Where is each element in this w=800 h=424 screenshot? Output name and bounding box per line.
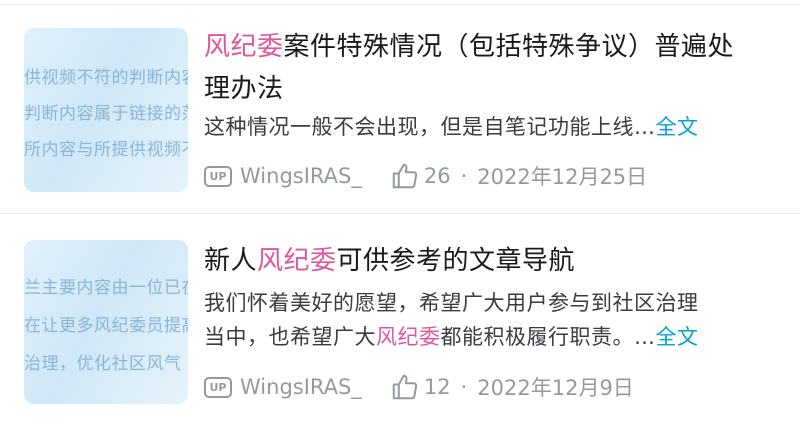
like-count: 26 [423, 164, 451, 188]
meta-separator: · [460, 164, 468, 188]
keyword-highlight: 风纪委 [204, 32, 284, 62]
excerpt-text: 当中，也希望广大 [204, 325, 376, 349]
like-count: 12 [423, 375, 451, 399]
title-text: 理办法 [204, 74, 284, 104]
excerpt-text: 都能积极履行职责。… [440, 325, 656, 349]
article-excerpt: 我们怀着美好的愿望，希望广大用户参与到社区治理 当中，也希望广大风纪委都能积极履… [204, 286, 774, 354]
read-more-link[interactable]: 全文 [656, 325, 699, 349]
excerpt-text: 我们怀着美好的愿望，希望广大用户参与到社区治理 [204, 291, 699, 315]
title-text: 新人 [204, 246, 258, 276]
thumbnail-text: 治理，优化社区风气 [24, 354, 182, 374]
publish-date: 2022年12月25日 [477, 165, 648, 189]
up-badge-icon: UP [204, 165, 232, 187]
thumbnail-text: 供视频不符的判断内容 [24, 68, 188, 88]
article-title[interactable]: 风纪委案件特殊情况（包括特殊争议）普遍处 理办法 [204, 26, 774, 110]
publish-date: 2022年12月9日 [477, 376, 634, 400]
thumbnail-text: 兰主要内容由一位已在 [24, 278, 188, 298]
article-card[interactable]: 兰主要内容由一位已在 在让更多风纪委员提高 治理，优化社区风气 新人风纪委可供参… [0, 214, 800, 424]
article-thumbnail[interactable]: 供视频不符的判断内容 判断内容属于链接的范 所内容与所提供视频不 [24, 28, 188, 192]
title-text: 可供参考的文章导航 [336, 246, 576, 276]
article-card[interactable]: 供视频不符的判断内容 判断内容属于链接的范 所内容与所提供视频不 风纪委案件特殊… [0, 0, 800, 212]
thumbs-up-icon[interactable] [390, 161, 420, 191]
thumbs-up-icon[interactable] [390, 372, 420, 402]
up-badge-icon: UP [204, 376, 232, 398]
keyword-highlight: 风纪委 [376, 325, 441, 349]
article-excerpt: 这种情况一般不会出现，但是自笔记功能上线…全文 [204, 110, 774, 144]
article-meta: UP WingsIRAS_ 26 · 2022年12月25日 [204, 161, 647, 191]
thumbnail-text: 判断内容属于链接的范 [24, 104, 188, 124]
title-text: 案件特殊情况（包括特殊争议）普遍处 [283, 32, 735, 62]
meta-separator: · [460, 375, 468, 399]
keyword-highlight: 风纪委 [257, 246, 337, 276]
excerpt-text: 这种情况一般不会出现，但是自笔记功能上线… [204, 115, 656, 139]
article-meta: UP WingsIRAS_ 12 · 2022年12月9日 [204, 372, 634, 402]
author-name[interactable]: WingsIRAS_ [240, 375, 362, 399]
thumbnail-text: 在让更多风纪委员提高 [24, 316, 188, 336]
article-thumbnail[interactable]: 兰主要内容由一位已在 在让更多风纪委员提高 治理，优化社区风气 [24, 240, 188, 404]
author-name[interactable]: WingsIRAS_ [240, 164, 362, 188]
article-title[interactable]: 新人风纪委可供参考的文章导航 [204, 240, 774, 282]
read-more-link[interactable]: 全文 [656, 115, 699, 139]
thumbnail-text: 所内容与所提供视频不 [24, 140, 188, 160]
